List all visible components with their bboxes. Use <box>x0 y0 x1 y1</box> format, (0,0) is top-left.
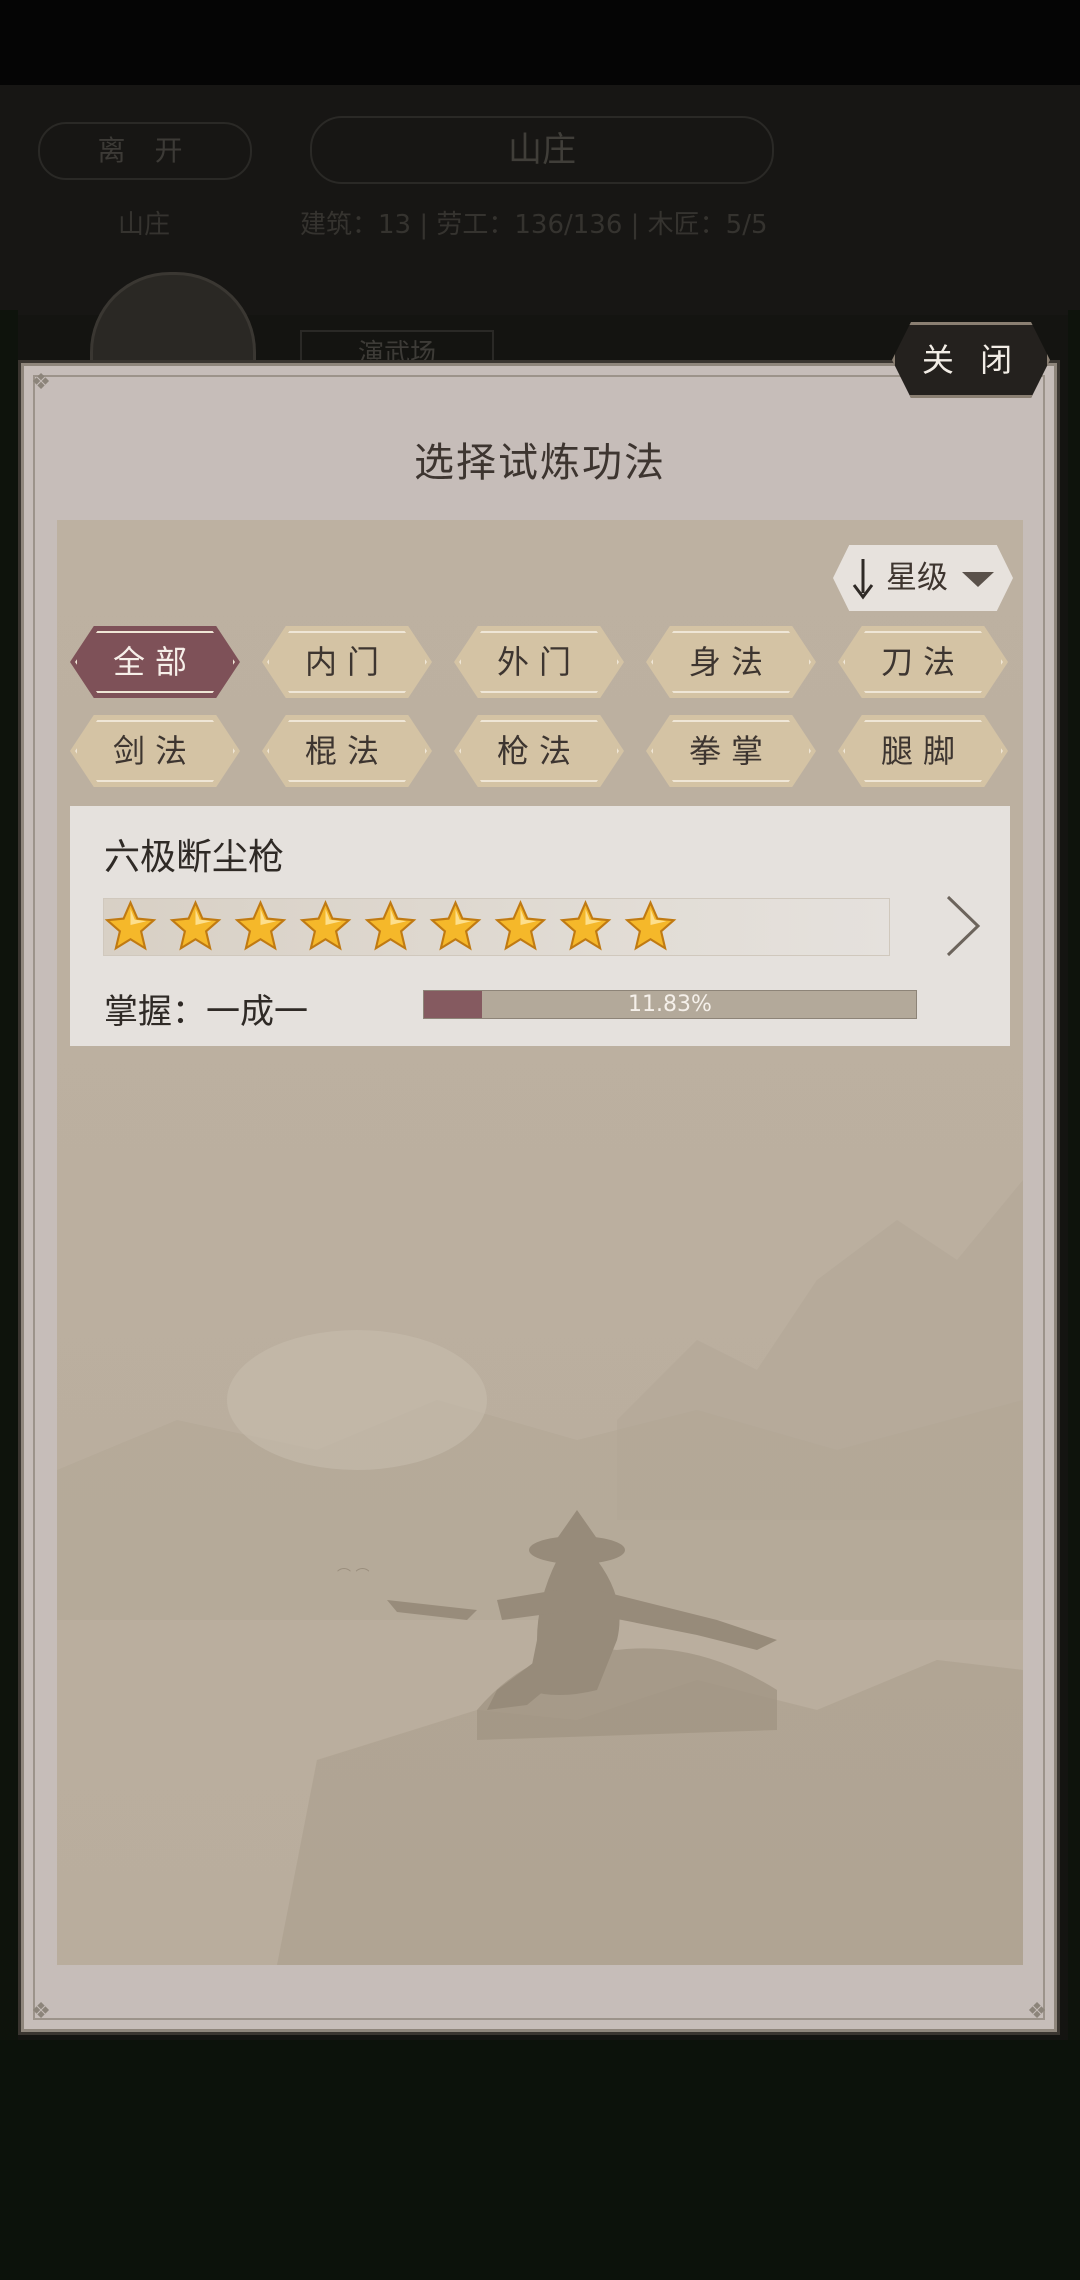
category-saber[interactable]: 刀法 <box>838 626 1008 698</box>
star-rating <box>104 898 677 954</box>
status-bar <box>0 0 1080 85</box>
star-icon <box>429 900 482 951</box>
star-icon <box>559 900 612 951</box>
category-staff[interactable]: 棍法 <box>262 715 432 787</box>
technique-name: 六极断尘枪 <box>104 837 285 878</box>
dialog-title: 选择试炼功法 <box>414 440 666 486</box>
star-icon <box>494 900 547 951</box>
location-title: 山庄 <box>310 116 774 184</box>
chevron-right-icon[interactable] <box>942 893 984 959</box>
category-fist[interactable]: 拳掌 <box>646 715 816 787</box>
category-outer[interactable]: 外门 <box>454 626 624 698</box>
mastery-progress-bar: 11.83% <box>423 990 917 1019</box>
star-icon <box>104 900 157 951</box>
star-icon <box>299 900 352 951</box>
sort-descending-icon <box>852 559 874 600</box>
leave-button: 离 开 <box>38 122 252 180</box>
star-icon <box>234 900 287 951</box>
hedge-right <box>1068 310 1080 2040</box>
star-icon <box>169 900 222 951</box>
village-stats: 建筑：13 | 劳工：136/136 | 木匠：5/5 <box>300 210 768 240</box>
sort-label: 星级 <box>886 560 948 596</box>
category-spear[interactable]: 枪法 <box>454 715 624 787</box>
close-button[interactable]: 关 闭 <box>892 322 1050 398</box>
corner-ornament-icon: ❖ <box>1027 1999 1047 2024</box>
chevron-down-icon <box>962 572 994 587</box>
location-note: 山庄 <box>118 210 171 240</box>
hedge-bottom <box>0 2040 1080 2280</box>
svg-text:⌒ ⌒: ⌒ ⌒ <box>337 1568 369 1584</box>
category-all[interactable]: 全部 <box>70 626 240 698</box>
star-icon <box>364 900 417 951</box>
category-sword[interactable]: 剑法 <box>70 715 240 787</box>
hedge-left <box>0 310 18 2040</box>
category-inner[interactable]: 内门 <box>262 626 432 698</box>
mastery-label: 掌握：一成一 <box>104 992 308 1032</box>
mastery-progress-text: 11.83% <box>628 992 712 1017</box>
star-icon <box>624 900 677 951</box>
corner-ornament-icon: ❖ <box>31 1999 51 2024</box>
category-movement[interactable]: 身法 <box>646 626 816 698</box>
category-leg[interactable]: 腿脚 <box>838 715 1008 787</box>
corner-ornament-icon: ❖ <box>31 370 51 395</box>
